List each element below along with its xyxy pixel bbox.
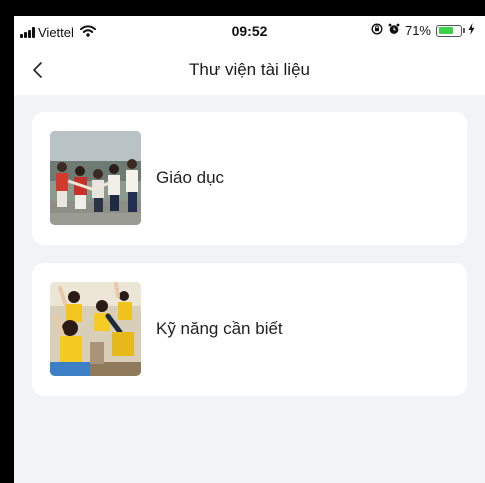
page-title: Thư viện tài liệu [189,60,310,79]
category-thumbnail [50,282,141,376]
alarm-icon [388,23,400,38]
battery-icon [436,24,462,37]
status-right: 71% [371,23,475,38]
orientation-lock-icon [371,23,383,38]
children-playing-photo [50,131,141,225]
category-card-giao-duc[interactable]: Giáo dục [32,112,467,245]
app-screen: Viettel 09:52 71% Thư viện tài liệu Giáo… [14,16,485,483]
nav-header: Thư viện tài liệu [14,47,485,95]
category-thumbnail [50,131,141,225]
category-card-ky-nang[interactable]: Kỹ năng cần biết [32,263,467,396]
category-label: Giáo dục [156,168,225,187]
status-bar: Viettel 09:52 71% [14,16,485,47]
category-label: Kỹ năng cần biết [156,319,283,338]
battery-fill [438,27,453,34]
charging-bolt-icon [468,23,475,38]
battery-percent: 71% [404,23,431,38]
battery-tip [463,28,465,33]
children-in-classroom-photo [50,282,141,376]
